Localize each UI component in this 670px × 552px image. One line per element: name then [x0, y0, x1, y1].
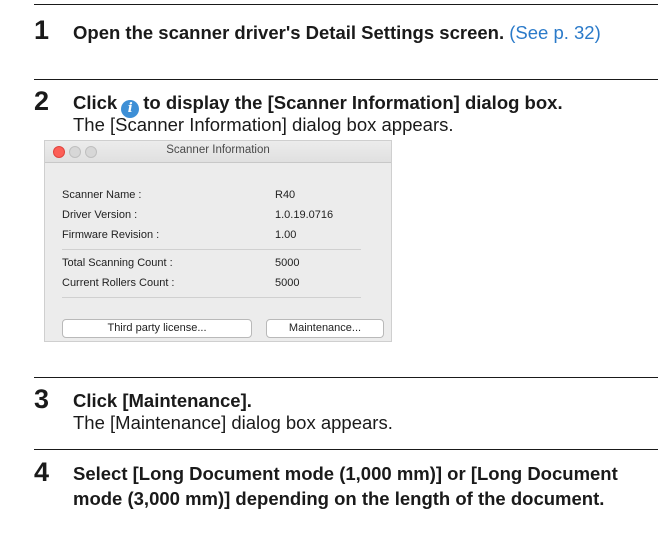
info-value: 5000	[275, 257, 300, 269]
dialog-separator	[62, 249, 361, 250]
info-row-scanner-name: Scanner Name : R40	[62, 189, 374, 206]
step-title-text: Open the scanner driver's Detail Setting…	[73, 22, 505, 43]
info-row-total-scanning-count: Total Scanning Count : 5000	[62, 257, 374, 274]
info-label: Total Scanning Count :	[62, 257, 173, 269]
info-label: Driver Version :	[62, 209, 138, 221]
page-reference-link[interactable]: (See p. 32)	[509, 22, 601, 43]
dialog-title: Scanner Information	[166, 144, 270, 156]
info-value: 1.0.19.0716	[275, 209, 334, 221]
info-row-firmware-revision: Firmware Revision : 1.00	[62, 229, 374, 246]
step-title-text: to display the [Scanner Information] dia…	[143, 92, 563, 113]
step-description: The [Maintenance] dialog box appears.	[73, 412, 393, 433]
step-title: Open the scanner driver's Detail Setting…	[73, 20, 650, 45]
step-divider	[34, 377, 658, 378]
info-value: 5000	[275, 277, 300, 289]
info-value: R40	[275, 189, 296, 201]
step-title: Click [Maintenance].	[73, 390, 252, 411]
info-label: Scanner Name :	[62, 189, 142, 201]
scanner-information-dialog: Scanner Information Scanner Name : R40 D…	[44, 140, 392, 342]
info-label: Current Rollers Count :	[62, 277, 175, 289]
info-row-current-rollers-count: Current Rollers Count : 5000	[62, 277, 374, 294]
step-title-text: Click	[73, 92, 118, 113]
third-party-license-button[interactable]: Third party license...	[62, 319, 252, 338]
step-number: 2	[34, 86, 50, 116]
step-divider	[34, 4, 658, 5]
step-title: Select [Long Document mode (1,000 mm)] o…	[73, 463, 618, 509]
step-number: 1	[34, 15, 50, 45]
info-row-driver-version: Driver Version : 1.0.19.0716	[62, 209, 374, 226]
step-description: The [Scanner Information] dialog box app…	[73, 114, 454, 135]
info-label: Firmware Revision :	[62, 229, 160, 241]
step-number: 4	[34, 457, 50, 487]
info-value: 1.00	[275, 229, 297, 241]
step-number: 3	[34, 384, 50, 414]
step-divider	[34, 79, 658, 80]
dialog-separator	[62, 297, 361, 298]
dialog-titlebar: Scanner Information	[45, 141, 391, 163]
step-divider	[34, 449, 658, 450]
maintenance-button[interactable]: Maintenance...	[266, 319, 384, 338]
